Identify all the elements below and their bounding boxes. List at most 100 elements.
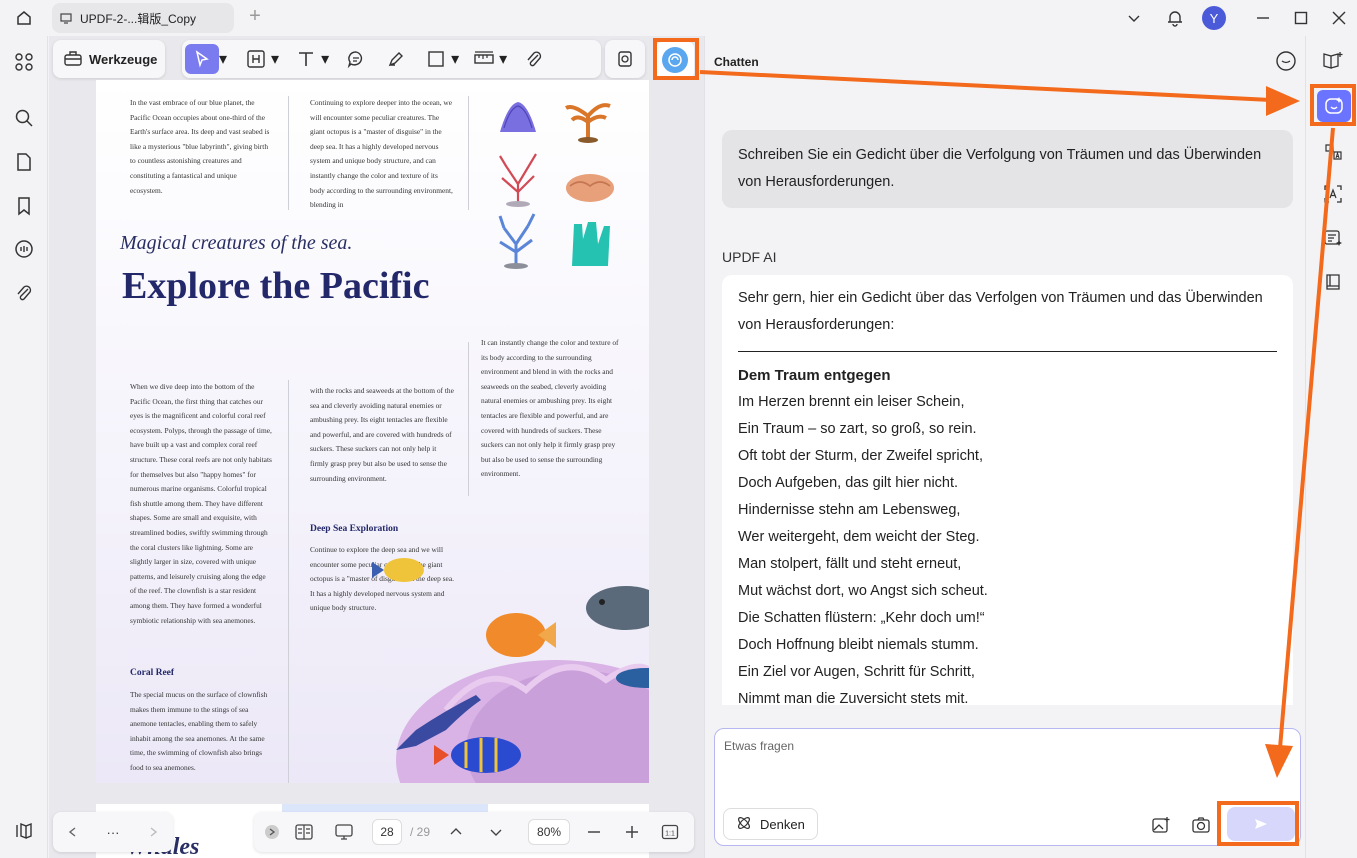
actual-size-icon[interactable]: 1:1 [656, 818, 684, 846]
screenshot-icon[interactable] [1189, 813, 1213, 837]
send-highlight-box [1217, 801, 1299, 846]
tools-menu-inner: Werkzeuge [53, 44, 167, 74]
column-divider [288, 96, 289, 210]
page-nav-bar: ··· [53, 812, 173, 852]
think-button[interactable]: Denken [723, 808, 818, 840]
poem-line: Mut wächst dort, wo Angst sich scheut. [738, 583, 988, 599]
maximize-icon[interactable] [1290, 4, 1312, 32]
chevron-left-icon[interactable] [59, 818, 87, 846]
coral-reef-heading: Coral Reef [130, 668, 175, 678]
zoom-out-icon[interactable] [580, 818, 608, 846]
more-button[interactable]: ··· [99, 818, 127, 846]
poem-line: Man stolpert, fällt und steht erneut, [738, 556, 962, 572]
thumbnails-icon[interactable] [12, 50, 36, 74]
chat-input-placeholder[interactable]: Etwas fragen [724, 739, 794, 753]
tools-menu-button[interactable]: Werkzeuge [53, 40, 165, 78]
poem-line: Ein Traum – so zart, so groß, so rein. [738, 421, 977, 437]
brain-coral-image [566, 174, 614, 202]
poem-line: Nimmt man die Zuversicht stets mit. [738, 691, 969, 705]
document-tab-title: UPDF-2-...辑版_Copy [80, 11, 197, 26]
comment-bubble-icon [347, 51, 363, 69]
chevron-down-icon[interactable] [1124, 4, 1144, 32]
history-icon[interactable] [1275, 50, 1297, 72]
ruler-icon [474, 51, 494, 64]
coral-reef-text: The special mucus on the surface of clow… [130, 690, 268, 772]
select-tool-button[interactable] [185, 44, 219, 74]
deep-sea-heading: Deep Sea Exploration [310, 524, 399, 534]
layers-icon[interactable] [12, 819, 36, 843]
page-number-input[interactable]: 28 [372, 819, 402, 845]
bell-icon[interactable] [1164, 4, 1186, 32]
page-layout-icon[interactable] [290, 818, 318, 846]
search-icon[interactable] [12, 106, 36, 130]
user-avatar-wrapper[interactable]: Y [1202, 4, 1226, 32]
header-tool-button[interactable] [241, 44, 271, 74]
reading-mode-icon[interactable] [1321, 48, 1345, 72]
comment-tool-button[interactable] [341, 44, 371, 74]
chevron-right-icon[interactable] [139, 818, 167, 846]
orange-coral-image [565, 103, 611, 143]
tools-menu-label: Werkzeuge [89, 51, 158, 67]
stamp-tool-button[interactable] [605, 40, 645, 78]
atom-icon [736, 815, 752, 834]
svg-text:1:1: 1:1 [665, 831, 675, 838]
presentation-icon[interactable] [330, 818, 358, 846]
avatar[interactable]: Y [1202, 6, 1226, 30]
coral-illustrations [498, 102, 614, 269]
attach-tool-button[interactable] [519, 44, 549, 74]
pdf-viewer: Werkzeuge ▾ ▾ ▾ ▾ ▾ In the vast embrace … [49, 36, 704, 858]
poem-line: Wer weitergeht, dem weicht der Steg. [738, 529, 980, 545]
pufferfish-image [586, 586, 649, 630]
zoom-level[interactable]: 80% [528, 819, 571, 845]
poem-line: Im Herzen brennt ein leiser Schein, [738, 394, 965, 410]
attachment-icon[interactable] [12, 281, 36, 305]
divider [738, 351, 1277, 352]
ocr-icon[interactable] [1321, 182, 1345, 206]
document-tab[interactable]: UPDF-2-...辑版_Copy [52, 3, 234, 33]
bookmark-icon[interactable] [12, 194, 36, 218]
zoom-in-icon[interactable] [618, 818, 646, 846]
chat-input-box[interactable]: Etwas fragen Denken [714, 728, 1301, 846]
chevron-up-icon[interactable] [442, 818, 470, 846]
shape-tool-button[interactable] [421, 44, 451, 74]
ai-sidebar-highlight-box [1310, 84, 1356, 126]
pdf-page: In the vast embrace of our blue planet, … [96, 80, 649, 783]
add-tab-button[interactable]: + [244, 6, 266, 28]
pages-icon[interactable] [12, 150, 36, 174]
comment-icon[interactable] [12, 237, 36, 261]
left-sidebar [0, 36, 48, 858]
text-tool-button[interactable] [291, 44, 321, 74]
chat-panel: Chatten Schreiben Sie ein Gedicht über d… [704, 36, 1305, 858]
page-text-col1-top: In the vast embrace of our blue planet, … [130, 98, 270, 195]
shape-tool-chevron-icon[interactable]: ▾ [451, 49, 459, 69]
poem-title: Dem Traum entgegen [738, 367, 891, 384]
red-branch-coral-image [499, 153, 537, 207]
column-divider [468, 342, 469, 496]
paperclip-icon [527, 51, 542, 67]
poem-line: Ein Ziel vor Augen, Schritt für Schritt, [738, 664, 975, 680]
header-tool-chevron-icon[interactable]: ▾ [271, 49, 279, 69]
poem-line: Hindernisse stehn am Lebensweg, [738, 502, 961, 518]
chevron-down-page-icon[interactable] [482, 818, 510, 846]
ai-label: UPDF AI [722, 249, 777, 265]
ai-intro: Sehr gern, hier ein Gedicht über das Ver… [738, 290, 1263, 333]
minimize-icon[interactable] [1252, 4, 1274, 32]
book-icon[interactable] [1321, 270, 1345, 294]
highlighter-tool-button[interactable] [381, 44, 411, 74]
home-icon[interactable] [12, 6, 36, 30]
collapse-bar-icon[interactable] [258, 818, 286, 846]
translate-icon[interactable] [1321, 140, 1345, 164]
ai-toolbar-highlight-box [653, 38, 699, 80]
pen-icon [388, 52, 404, 67]
poem-line: Doch Hoffnung bleibt niemals stumm. [738, 637, 979, 653]
measure-tool-chevron-icon[interactable]: ▾ [499, 49, 507, 69]
orange-fish-image [486, 613, 556, 657]
select-tool-chevron-icon[interactable]: ▾ [219, 49, 227, 69]
text-tool-chevron-icon[interactable]: ▾ [321, 49, 329, 69]
image-upload-icon[interactable] [1149, 813, 1173, 837]
blue-branch-coral-image [498, 213, 536, 269]
poem-line: Doch Aufgeben, das gilt hier nicht. [738, 475, 959, 491]
measure-tool-button[interactable] [469, 44, 499, 74]
close-icon[interactable] [1328, 4, 1350, 32]
ai-summary-icon[interactable] [1321, 226, 1345, 250]
